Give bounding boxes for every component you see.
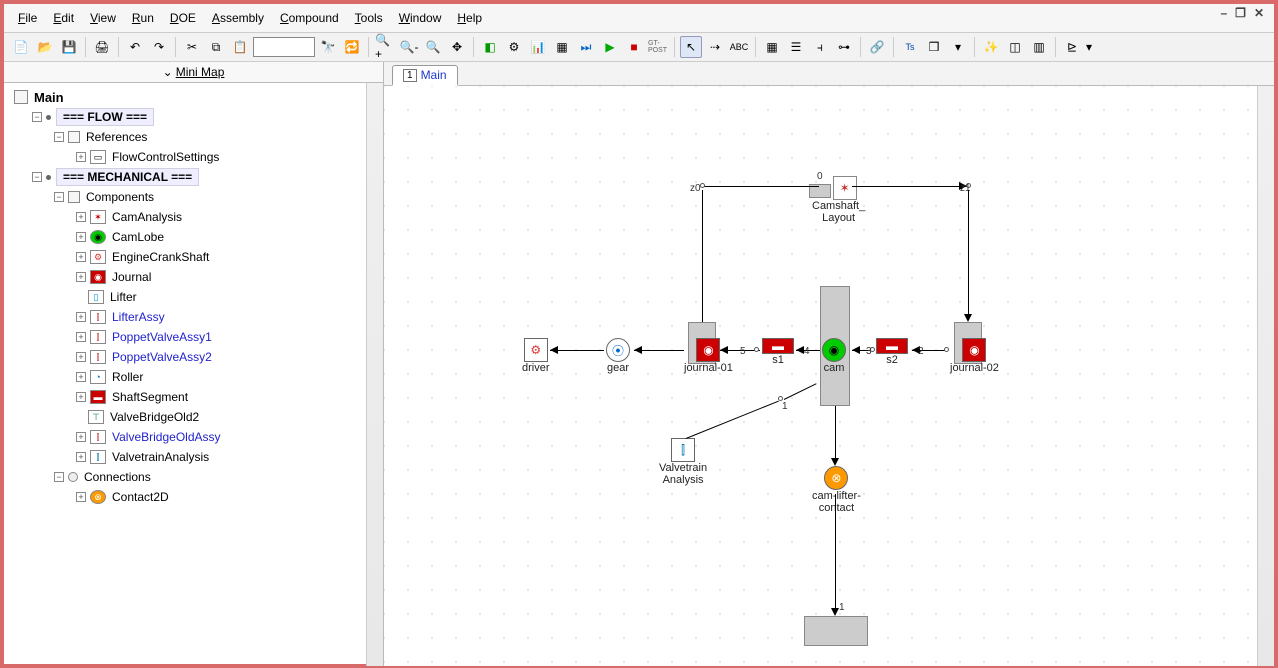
tree-camlobe[interactable]: +◉ CamLobe — [10, 227, 383, 247]
tree-valvebridgeold2[interactable]: ⊤ ValveBridgeOld2 — [10, 407, 383, 427]
more-icon[interactable]: ▾ — [1085, 36, 1093, 58]
menu-file[interactable]: File — [12, 8, 43, 28]
print-icon[interactable]: 🖨 — [91, 36, 113, 58]
run-setup-icon[interactable]: ◧ — [479, 36, 501, 58]
grid-icon[interactable]: ▦ — [761, 36, 783, 58]
node-valvetrainanalysis[interactable]: ⫿ Valvetrain Analysis — [659, 438, 707, 486]
zoom-in-icon[interactable]: 🔍+ — [374, 36, 396, 58]
tree-section-mechanical[interactable]: − === MECHANICAL === — [10, 167, 383, 187]
tree-components[interactable]: − Components — [10, 187, 383, 207]
chevron-down-icon: ⌄ — [163, 65, 173, 79]
table-icon[interactable]: ▦ — [551, 36, 573, 58]
node-driver[interactable]: ⚙driver — [522, 338, 550, 374]
diagram-canvas[interactable]: ✶ Camshaft_ Layout 0 z0 z1 ⚙driver — [384, 86, 1274, 666]
menu-tools[interactable]: Tools — [349, 8, 389, 28]
new-window-icon[interactable]: ✨ — [980, 36, 1002, 58]
columns-icon[interactable]: ▥ — [1028, 36, 1050, 58]
open-folder-icon[interactable]: 📂 — [34, 36, 56, 58]
pan-icon[interactable]: ✥ — [446, 36, 468, 58]
sidebar: ⌄ Mini Map ▴ Main − === FLOW === − Refer… — [4, 62, 384, 666]
paste-icon[interactable]: 📋 — [229, 36, 251, 58]
redo-icon[interactable]: ↷ — [148, 36, 170, 58]
split-view-icon[interactable]: ◫ — [1004, 36, 1026, 58]
link-tool-icon[interactable]: ⇢ — [704, 36, 726, 58]
tree-lifterassy[interactable]: +⫿ LifterAssy — [10, 307, 383, 327]
close-button[interactable]: ✕ — [1254, 6, 1264, 20]
tree-journal[interactable]: +◉ Journal — [10, 267, 383, 287]
node-cam[interactable]: ◉cam — [822, 338, 846, 374]
toolbar: 📄 📂 💾 🖨 ↶ ↷ ✂ ⧉ 📋 🔭 🔁 🔍+ 🔍- 🔍 ✥ ◧ ⚙ 📊 ▦ … — [4, 32, 1274, 62]
tree-section-flow[interactable]: − === FLOW === — [10, 107, 383, 127]
tab-bar: 1 Main — [384, 62, 1274, 86]
link-check-icon[interactable]: 🔗 — [866, 36, 888, 58]
zoom-fit-icon[interactable]: 🔍 — [422, 36, 444, 58]
layers-icon[interactable]: ❒ — [923, 36, 945, 58]
node-gear[interactable]: ⦿gear — [606, 338, 630, 374]
new-file-icon[interactable]: 📄 — [10, 36, 32, 58]
menu-doe[interactable]: DOE — [164, 8, 202, 28]
tree-valvebridgeoldassy[interactable]: +⫿ ValveBridgeOldAssy — [10, 427, 383, 447]
minimap-header[interactable]: ⌄ Mini Map — [4, 62, 383, 83]
node-journal01[interactable]: ◉journal-01 — [684, 338, 733, 374]
chart-icon[interactable]: 📊 — [527, 36, 549, 58]
scroll-up-icon[interactable]: ▴ — [375, 85, 380, 96]
align-icon[interactable]: ⫞ — [809, 36, 831, 58]
pointer-icon[interactable]: ↖ — [680, 36, 702, 58]
node-journal02[interactable]: ◉journal-02 — [950, 338, 999, 374]
tree-valvetrainanalysis[interactable]: +⫿ ValvetrainAnalysis — [10, 447, 383, 467]
stop-icon[interactable]: ■ — [623, 36, 645, 58]
connector-icon[interactable]: ⊶ — [833, 36, 855, 58]
zoom-out-icon[interactable]: 🔍- — [398, 36, 420, 58]
dropdown-icon[interactable]: ▾ — [947, 36, 969, 58]
list-icon[interactable]: ☰ — [785, 36, 807, 58]
menu-edit[interactable]: Edit — [47, 8, 80, 28]
menu-help[interactable]: Help — [451, 8, 488, 28]
binoculars-icon[interactable]: 🔭 — [317, 36, 339, 58]
menu-compound[interactable]: Compound — [274, 8, 345, 28]
copy-icon[interactable]: ⧉ — [205, 36, 227, 58]
tree-poppetvalveassy2[interactable]: +⫿ PoppetValveAssy2 — [10, 347, 383, 367]
tree-camanalysis[interactable]: +✶ CamAnalysis — [10, 207, 383, 227]
save-icon[interactable]: 💾 — [58, 36, 80, 58]
tree-enginecrankshaft[interactable]: +⚙ EngineCrankShaft — [10, 247, 383, 267]
project-tree[interactable]: Main − === FLOW === − References +▭ Flow… — [4, 83, 383, 511]
tab-main[interactable]: 1 Main — [392, 65, 458, 86]
node-camliftercontact[interactable]: ⊗ cam-lifter- contact — [812, 466, 861, 514]
text-label-icon[interactable]: ABC — [728, 36, 750, 58]
window-controls: – ❐ ✕ — [1220, 6, 1264, 20]
tree-connections[interactable]: − Connections — [10, 467, 383, 487]
tree-poppetvalveassy1[interactable]: +⫿ PoppetValveAssy1 — [10, 327, 383, 347]
gear-icon[interactable]: ⚙ — [503, 36, 525, 58]
tree-root-main[interactable]: Main — [10, 87, 383, 107]
menubar: File Edit View Run DOE Assembly Compound… — [4, 4, 1274, 32]
node-s1[interactable]: ▬s1 — [762, 338, 794, 366]
minimize-button[interactable]: – — [1220, 6, 1227, 20]
tree-shaftsegment[interactable]: +▬ ShaftSegment — [10, 387, 383, 407]
menu-view[interactable]: View — [84, 8, 122, 28]
restore-button[interactable]: ❐ — [1235, 6, 1246, 20]
ts-icon[interactable]: Ts — [899, 36, 921, 58]
tree-view-icon[interactable]: ⊵ — [1061, 36, 1083, 58]
tree-roller[interactable]: +◔ Roller — [10, 367, 383, 387]
cut-icon[interactable]: ✂ — [181, 36, 203, 58]
label-z0: z0 — [690, 183, 701, 194]
tree-lifter[interactable]: ▯ Lifter — [10, 287, 383, 307]
play-icon[interactable]: ▶ — [599, 36, 621, 58]
node-s2[interactable]: ▬s2 — [876, 338, 908, 366]
menu-assembly[interactable]: Assembly — [206, 8, 270, 28]
find-replace-icon[interactable]: 🔁 — [341, 36, 363, 58]
menu-window[interactable]: Window — [393, 8, 448, 28]
node-bottom-block[interactable] — [804, 616, 868, 646]
tree-flowcontrolsettings[interactable]: +▭ FlowControlSettings — [10, 147, 383, 167]
undo-icon[interactable]: ↶ — [124, 36, 146, 58]
gtpost-icon[interactable]: GT-POST — [647, 36, 669, 58]
step-icon[interactable]: ⏭ — [575, 36, 597, 58]
node-camshaftlayout[interactable]: ✶ Camshaft_ Layout — [824, 176, 865, 224]
tree-contact2d[interactable]: +⊗ Contact2D — [10, 487, 383, 507]
search-input[interactable] — [253, 37, 315, 57]
menu-run[interactable]: Run — [126, 8, 160, 28]
tree-references[interactable]: − References — [10, 127, 383, 147]
